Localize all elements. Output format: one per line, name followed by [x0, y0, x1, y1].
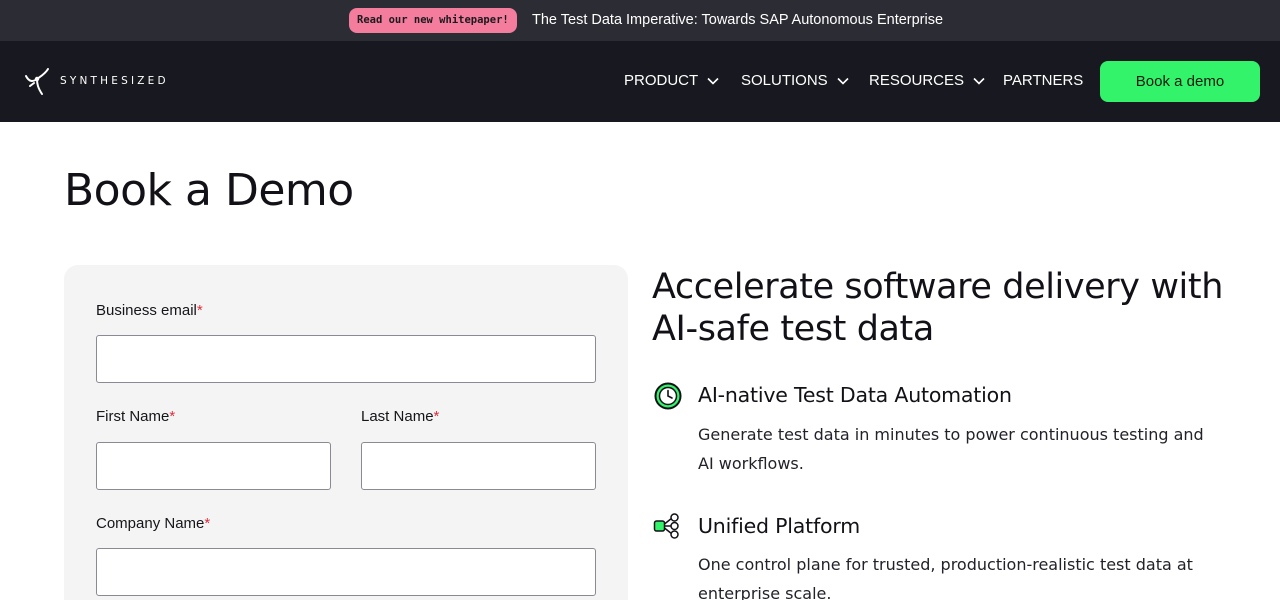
required-marker: * [433, 408, 440, 425]
book-demo-button[interactable]: Book a demo [1100, 61, 1260, 102]
company-name-label: Company Name* [96, 515, 211, 532]
nav-item-label: SOLUTIONS [741, 72, 828, 89]
business-email-label: Business email* [96, 302, 203, 319]
nav-item-partners[interactable]: PARTNERS [1003, 72, 1083, 90]
first-name-label: First Name* [96, 408, 176, 425]
clock-icon [654, 382, 682, 410]
required-marker: * [169, 408, 176, 425]
demo-request-form: Business email* First Name* Last Name* C… [64, 265, 628, 600]
last-name-label: Last Name* [361, 408, 440, 425]
nav-item-label: PARTNERS [1003, 72, 1084, 89]
site-logo[interactable]: SYNTHESIZED [24, 66, 169, 96]
nav-item-label: RESOURCES [869, 72, 965, 89]
nav-item-label: PRODUCT [624, 72, 699, 89]
company-name-field[interactable] [96, 548, 596, 596]
nav-item-resources[interactable]: RESOURCES [869, 72, 985, 90]
chevron-down-icon [707, 77, 719, 85]
nav-item-solutions[interactable]: SOLUTIONS [741, 72, 849, 90]
announcement-bar: Read our new whitepaper! The Test Data I… [0, 0, 1280, 41]
feature-title: Unified Platform [698, 514, 861, 538]
chevron-down-icon [973, 77, 985, 85]
first-name-field[interactable] [96, 442, 331, 490]
business-email-field[interactable] [96, 335, 596, 383]
chevron-down-icon [837, 77, 849, 85]
last-name-field[interactable] [361, 442, 596, 490]
logo-wordmark: SYNTHESIZED [60, 75, 169, 87]
nav-item-product[interactable]: PRODUCT [624, 72, 719, 90]
required-marker: * [204, 515, 211, 532]
page-title: Book a Demo [64, 165, 354, 216]
synthesized-logo-icon [25, 68, 49, 95]
network-nodes-icon [653, 513, 679, 539]
announcement-link[interactable]: The Test Data Imperative: Towards SAP Au… [532, 12, 943, 29]
feature-description: Generate test data in minutes to power c… [698, 425, 1204, 473]
required-marker: * [196, 302, 203, 319]
whitepaper-badge[interactable]: Read our new whitepaper! [349, 8, 517, 33]
feature-title: AI-native Test Data Automation [698, 383, 1012, 407]
value-proposition-headline: Accelerate software delivery with AI-saf… [652, 267, 1223, 349]
main-navigation: SYNTHESIZED PRODUCT SOLUTIONS RESOURCES … [0, 41, 1280, 122]
feature-description: One control plane for trusted, productio… [698, 555, 1193, 600]
